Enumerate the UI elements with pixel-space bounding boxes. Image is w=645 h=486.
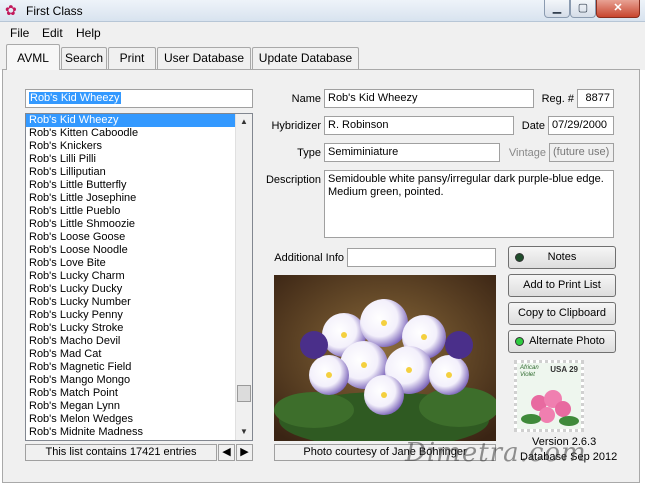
- list-item[interactable]: Rob's Lucky Ducky: [26, 283, 252, 296]
- scroll-right-arrow-icon[interactable]: ▶: [236, 444, 253, 461]
- list-item[interactable]: Rob's Melon Wedges: [26, 413, 252, 426]
- add-to-print-list-button[interactable]: Add to Print List: [508, 274, 616, 297]
- notes-indicator-icon: [515, 253, 524, 262]
- watermark-text: Dimetra.com: [405, 438, 587, 468]
- list-item[interactable]: Rob's Loose Goose: [26, 231, 252, 244]
- list-item[interactable]: Rob's Mango Mongo: [26, 374, 252, 387]
- maximize-button[interactable]: ▢: [570, 0, 596, 18]
- list-item[interactable]: Rob's Love Bite: [26, 257, 252, 270]
- notes-button[interactable]: Notes: [508, 246, 616, 269]
- close-button[interactable]: ✕: [596, 0, 640, 18]
- list-item[interactable]: Rob's Magnetic Field: [26, 361, 252, 374]
- window-title: First Class: [26, 4, 83, 18]
- stamp-denomination: USA 29: [550, 365, 578, 374]
- list-rows: Rob's Kid Wheezy Rob's Kitten Caboodle Rob…: [26, 114, 252, 439]
- search-input[interactable]: Rob's Kid Wheezy: [25, 89, 253, 108]
- description-label: Description: [265, 174, 321, 186]
- flower-photo: [274, 275, 496, 441]
- notes-button-label: Notes: [547, 251, 577, 263]
- tab-avml[interactable]: AVML: [6, 44, 60, 70]
- reg-field[interactable]: 8877: [577, 89, 614, 108]
- hybridizer-label: Hybridizer: [271, 120, 321, 132]
- type-label: Type: [297, 147, 321, 159]
- list-item[interactable]: Rob's Little Pueblo: [26, 205, 252, 218]
- name-field[interactable]: Rob's Kid Wheezy: [324, 89, 534, 108]
- tab-user-database[interactable]: User Database: [157, 47, 251, 69]
- variety-list[interactable]: Rob's Kid Wheezy Rob's Kitten Caboodle Rob…: [25, 113, 253, 441]
- title-bar: ✿ First Class ▁ ▢ ✕: [0, 0, 645, 22]
- additional-info-field[interactable]: [347, 248, 496, 267]
- tab-search[interactable]: Search: [61, 47, 107, 69]
- list-item[interactable]: Rob's Little Shmoozie: [26, 218, 252, 231]
- list-item[interactable]: Rob's Lilli Pilli: [26, 153, 252, 166]
- flower-app-icon: ✿: [5, 2, 17, 18]
- tab-strip: AVML Search Print User Database Update D…: [0, 42, 645, 70]
- menu-help[interactable]: Help: [76, 26, 101, 40]
- list-item[interactable]: Rob's Lilliputian: [26, 166, 252, 179]
- list-item[interactable]: Rob's Macho Devil: [26, 335, 252, 348]
- additional-info-label: Additional Info: [274, 252, 344, 264]
- list-item[interactable]: Rob's Lucky Charm: [26, 270, 252, 283]
- african-violet-stamp: African Violet USA 29: [514, 360, 584, 432]
- scroll-up-arrow-icon[interactable]: ▲: [236, 114, 252, 130]
- stamp-text-line2: Violet: [520, 372, 535, 378]
- list-item[interactable]: Rob's Megan Lynn: [26, 400, 252, 413]
- list-item[interactable]: Rob's Little Butterfly: [26, 179, 252, 192]
- alternate-photo-indicator-icon: [515, 337, 524, 346]
- list-item[interactable]: Rob's Kid Wheezy: [26, 114, 252, 127]
- vintage-label: Vintage: [508, 147, 546, 159]
- menu-file[interactable]: File: [10, 26, 29, 40]
- list-item[interactable]: Rob's Lucky Number: [26, 296, 252, 309]
- list-count-status: This list contains 17421 entries: [25, 444, 217, 461]
- list-item[interactable]: Rob's Knickers: [26, 140, 252, 153]
- description-field[interactable]: Semidouble white pansy/irregular dark pu…: [324, 170, 614, 238]
- hybridizer-field[interactable]: R. Robinson: [324, 116, 514, 135]
- reg-label: Reg. #: [541, 93, 574, 105]
- vertical-scrollbar[interactable]: ▲ ▼: [235, 114, 252, 440]
- copy-to-clipboard-button[interactable]: Copy to Clipboard: [508, 302, 616, 325]
- list-item[interactable]: Rob's Loose Noodle: [26, 244, 252, 257]
- list-item[interactable]: Rob's Midnite Madness: [26, 426, 252, 439]
- list-item[interactable]: Rob's Lucky Penny: [26, 309, 252, 322]
- alternate-photo-button-label: Alternate Photo: [529, 335, 605, 347]
- vintage-field: (future use): [549, 143, 614, 162]
- minimize-button[interactable]: ▁: [544, 0, 570, 18]
- tab-update-database[interactable]: Update Database: [252, 47, 359, 69]
- list-item[interactable]: Rob's Match Point: [26, 387, 252, 400]
- stamp-text-line1: African: [520, 365, 539, 371]
- list-item[interactable]: Rob's Little Josephine: [26, 192, 252, 205]
- date-field[interactable]: 07/29/2000: [548, 116, 614, 135]
- menu-bar: File Edit Help: [0, 22, 645, 42]
- scroll-down-arrow-icon[interactable]: ▼: [236, 424, 252, 440]
- search-input-text: Rob's Kid Wheezy: [29, 92, 121, 104]
- list-item[interactable]: Rob's Lucky Stroke: [26, 322, 252, 335]
- type-field[interactable]: Semiminiature: [324, 143, 500, 162]
- list-item[interactable]: Rob's Kitten Caboodle: [26, 127, 252, 140]
- list-item[interactable]: Rob's Mad Cat: [26, 348, 252, 361]
- name-label: Name: [291, 93, 321, 105]
- scroll-thumb[interactable]: [237, 385, 251, 402]
- scroll-left-arrow-icon[interactable]: ◀: [218, 444, 235, 461]
- tab-print[interactable]: Print: [108, 47, 156, 69]
- alternate-photo-button[interactable]: Alternate Photo: [508, 330, 616, 353]
- menu-edit[interactable]: Edit: [42, 26, 63, 40]
- african-violet-image: [274, 275, 496, 441]
- date-label: Date: [521, 120, 545, 132]
